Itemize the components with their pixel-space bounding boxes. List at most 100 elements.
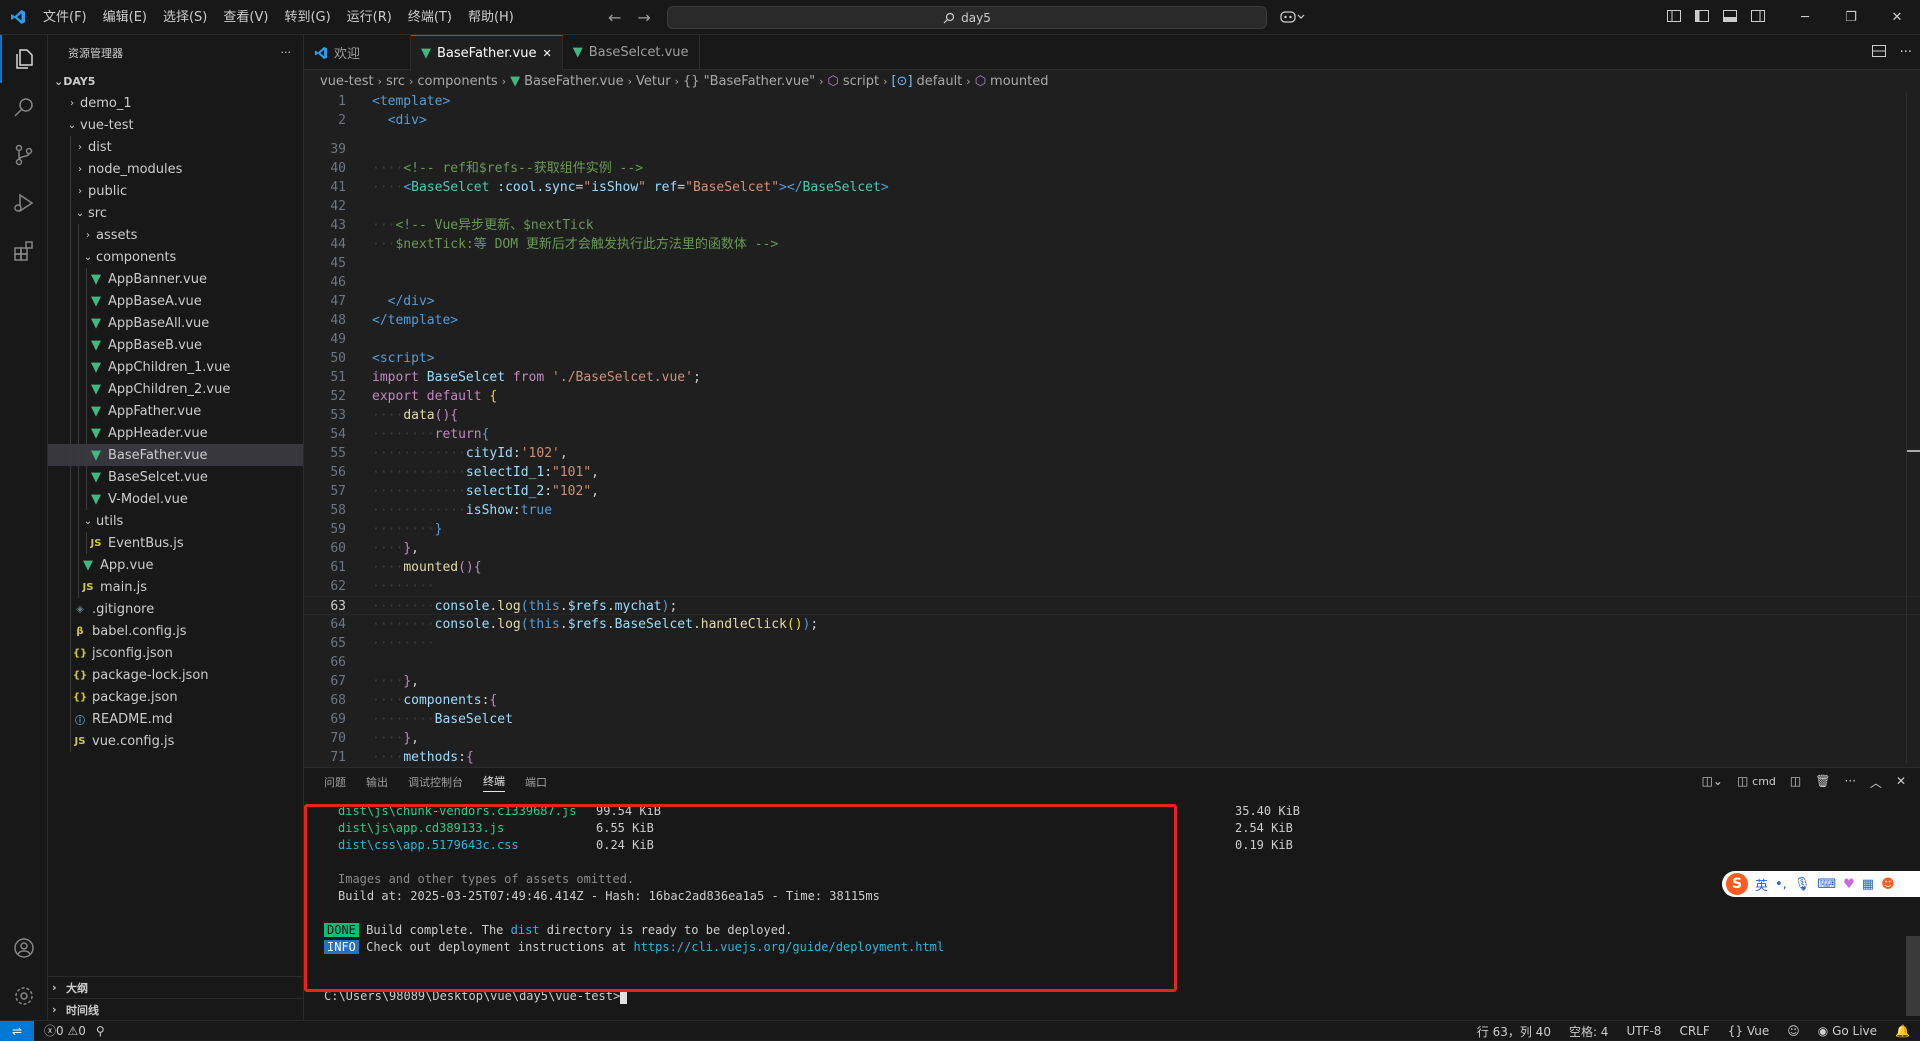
menu-selection[interactable]: 选择(S) <box>155 0 215 35</box>
terminal[interactable]: dist\js\chunk-vendors.c1339687.js 99.54 K… <box>304 796 1920 1021</box>
panel-tab-ports[interactable]: 端口 <box>525 774 547 790</box>
editor-scrollbar[interactable] <box>1906 92 1920 764</box>
tree-file-appfather[interactable]: ▼ AppFather.vue <box>48 400 303 422</box>
tree-file-vue-config[interactable]: JS vue.config.js <box>48 730 303 752</box>
command-center-search[interactable]: day5 <box>667 6 1267 29</box>
tree-file-appchildren-1[interactable]: ▼ AppChildren_1.vue <box>48 356 303 378</box>
tab-basefather[interactable]: ▼ BaseFather.vue ✕ <box>411 35 563 70</box>
tree-folder-vue-test[interactable]: ⌄ vue-test <box>48 114 303 136</box>
layout-dropdown-icon[interactable]: ◫⌄ <box>1702 774 1723 791</box>
toggle-sidebar-icon[interactable] <box>1688 9 1716 26</box>
more-actions-icon[interactable]: ··· <box>1900 45 1912 60</box>
menu-go[interactable]: 转到(G) <box>276 0 338 35</box>
breadcrumb-item[interactable]: default <box>917 74 963 89</box>
keyboard-icon[interactable]: ⌨ <box>1817 877 1836 892</box>
extensions-icon[interactable] <box>0 227 48 275</box>
breadcrumb-item[interactable]: {} "BaseFather.vue" <box>683 74 815 89</box>
tree-folder-public[interactable]: › public <box>48 180 303 202</box>
tree-file-gitignore[interactable]: ◈ .gitignore <box>48 598 303 620</box>
line-ending[interactable]: CRLF <box>1679 1024 1709 1038</box>
tree-folder-demo-1[interactable]: › demo_1 <box>48 92 303 114</box>
breadcrumb-item[interactable]: vue-test <box>320 74 374 89</box>
tree-file-v-model[interactable]: ▼ V-Model.vue <box>48 488 303 510</box>
tree-file-package[interactable]: {} package.json <box>48 686 303 708</box>
menu-terminal[interactable]: 终端(T) <box>400 0 460 35</box>
tree-folder-node-modules[interactable]: › node_modules <box>48 158 303 180</box>
account-icon[interactable] <box>0 924 48 972</box>
panel-tab-problems[interactable]: 问题 <box>324 774 346 790</box>
tree-file-readme[interactable]: ⓘ README.md <box>48 708 303 730</box>
split-editor-icon[interactable] <box>1871 44 1886 61</box>
tree-folder-assets[interactable]: › assets <box>48 224 303 246</box>
copilot-icon[interactable] <box>1280 9 1306 29</box>
maximize-panel-icon[interactable]: ︿ <box>1870 774 1882 791</box>
terminal-prompt[interactable]: C:\Users\98089\Desktop\vue\day5\vue-test… <box>324 988 628 1005</box>
ime-punctuation[interactable]: •, <box>1775 877 1787 892</box>
restore-icon[interactable]: ❐ <box>1828 10 1874 25</box>
go-live-button[interactable]: ◉ Go Live <box>1818 1024 1877 1038</box>
ime-mode[interactable]: 英 <box>1755 875 1768 894</box>
timeline-section[interactable]: › 时间线 <box>48 998 304 1020</box>
tree-file-appbaseall[interactable]: ▼ AppBaseAll.vue <box>48 312 303 334</box>
terminal-shell[interactable]: ◫ cmd <box>1737 774 1776 791</box>
breadcrumb-item[interactable]: BaseFather.vue <box>524 74 623 89</box>
forward-arrow-icon[interactable]: → <box>637 8 650 27</box>
breadcrumb-item[interactable]: src <box>386 74 405 89</box>
tree-file-eventbus[interactable]: JS EventBus.js <box>48 532 303 554</box>
panel-tab-terminal[interactable]: 终端 <box>483 773 505 792</box>
toggle-secondary-sidebar-icon[interactable] <box>1744 9 1772 26</box>
terminal-scrollbar[interactable] <box>1906 936 1920 1016</box>
tree-file-appheader[interactable]: ▼ AppHeader.vue <box>48 422 303 444</box>
tree-folder-dist[interactable]: › dist <box>48 136 303 158</box>
notifications-icon[interactable]: 🔔 <box>1895 1024 1910 1038</box>
cursor-position[interactable]: 行 63，列 40 <box>1477 1023 1551 1040</box>
tree-file-appbaseb[interactable]: ▼ AppBaseB.vue <box>48 334 303 356</box>
back-arrow-icon[interactable]: ← <box>608 8 621 27</box>
tree-file-babel-config[interactable]: β babel.config.js <box>48 620 303 642</box>
menu-run[interactable]: 运行(R) <box>339 0 400 35</box>
code-editor[interactable]: 1 <template> 2 <div> 39 40 ····<!-- ref和$r… <box>304 92 1920 764</box>
tree-file-basefather[interactable]: ▼ BaseFather.vue <box>48 444 303 466</box>
tree-folder-utils[interactable]: ⌄ utils <box>48 510 303 532</box>
tree-folder-components[interactable]: ⌄ components <box>48 246 303 268</box>
tree-file-appbasea[interactable]: ▼ AppBaseA.vue <box>48 290 303 312</box>
language-mode[interactable]: {} Vue <box>1728 1024 1770 1038</box>
encoding[interactable]: UTF-8 <box>1626 1024 1661 1038</box>
minimize-icon[interactable]: ─ <box>1782 10 1828 25</box>
breadcrumb-item[interactable]: mounted <box>990 74 1048 89</box>
sogou-logo-icon[interactable]: S <box>1726 873 1748 895</box>
toolbox-icon[interactable]: ▦ <box>1862 877 1874 892</box>
run-debug-icon[interactable] <box>0 179 48 227</box>
breadcrumb-item[interactable]: Vetur <box>636 74 671 89</box>
skin-icon[interactable]: ♥ <box>1843 877 1855 892</box>
tree-file-package-lock[interactable]: {} package-lock.json <box>48 664 303 686</box>
explorer-icon[interactable] <box>0 35 48 83</box>
menu-view[interactable]: 查看(V) <box>215 0 276 35</box>
deployment-link[interactable]: https://cli.vuejs.org/guide/deployment.h… <box>633 940 944 954</box>
close-icon[interactable]: ✕ <box>1874 10 1920 25</box>
tab-baseselcet[interactable]: ▼ BaseSelcet.vue <box>563 35 700 70</box>
breadcrumb-item[interactable]: script <box>843 74 879 89</box>
workspace-root[interactable]: ⌄ DAY5 <box>48 70 303 92</box>
menu-file[interactable]: 文件(F) <box>35 0 95 35</box>
tree-file-baseselcet[interactable]: ▼ BaseSelcet.vue <box>48 466 303 488</box>
more-actions-icon[interactable]: ··· <box>281 46 292 59</box>
toggle-panel-icon[interactable] <box>1716 9 1744 26</box>
source-control-icon[interactable] <box>0 131 48 179</box>
copilot-status-icon[interactable]: ☺ <box>1787 1024 1800 1038</box>
trash-icon[interactable]: 🗑 <box>1815 774 1830 791</box>
indentation[interactable]: 空格: 4 <box>1569 1023 1609 1040</box>
tree-file-appchildren-2[interactable]: ▼ AppChildren_2.vue <box>48 378 303 400</box>
outline-section[interactable]: › 大纲 <box>48 976 304 998</box>
ports-icon[interactable]: ⚲ <box>96 1024 105 1038</box>
tree-file-app-vue[interactable]: ▼ App.vue <box>48 554 303 576</box>
tree-file-appbanner[interactable]: ▼ AppBanner.vue <box>48 268 303 290</box>
avatar-icon[interactable]: ☻ <box>1881 877 1895 892</box>
search-view-icon[interactable] <box>0 83 48 131</box>
problems-status[interactable]: ⓧ0 ⚠0 <box>44 1022 86 1039</box>
split-terminal-icon[interactable]: ◫ <box>1790 774 1801 791</box>
panel-tab-output[interactable]: 输出 <box>366 774 388 790</box>
menu-help[interactable]: 帮助(H) <box>460 0 522 35</box>
tree-folder-src[interactable]: ⌄ src <box>48 202 303 224</box>
menu-edit[interactable]: 编辑(E) <box>95 0 155 35</box>
